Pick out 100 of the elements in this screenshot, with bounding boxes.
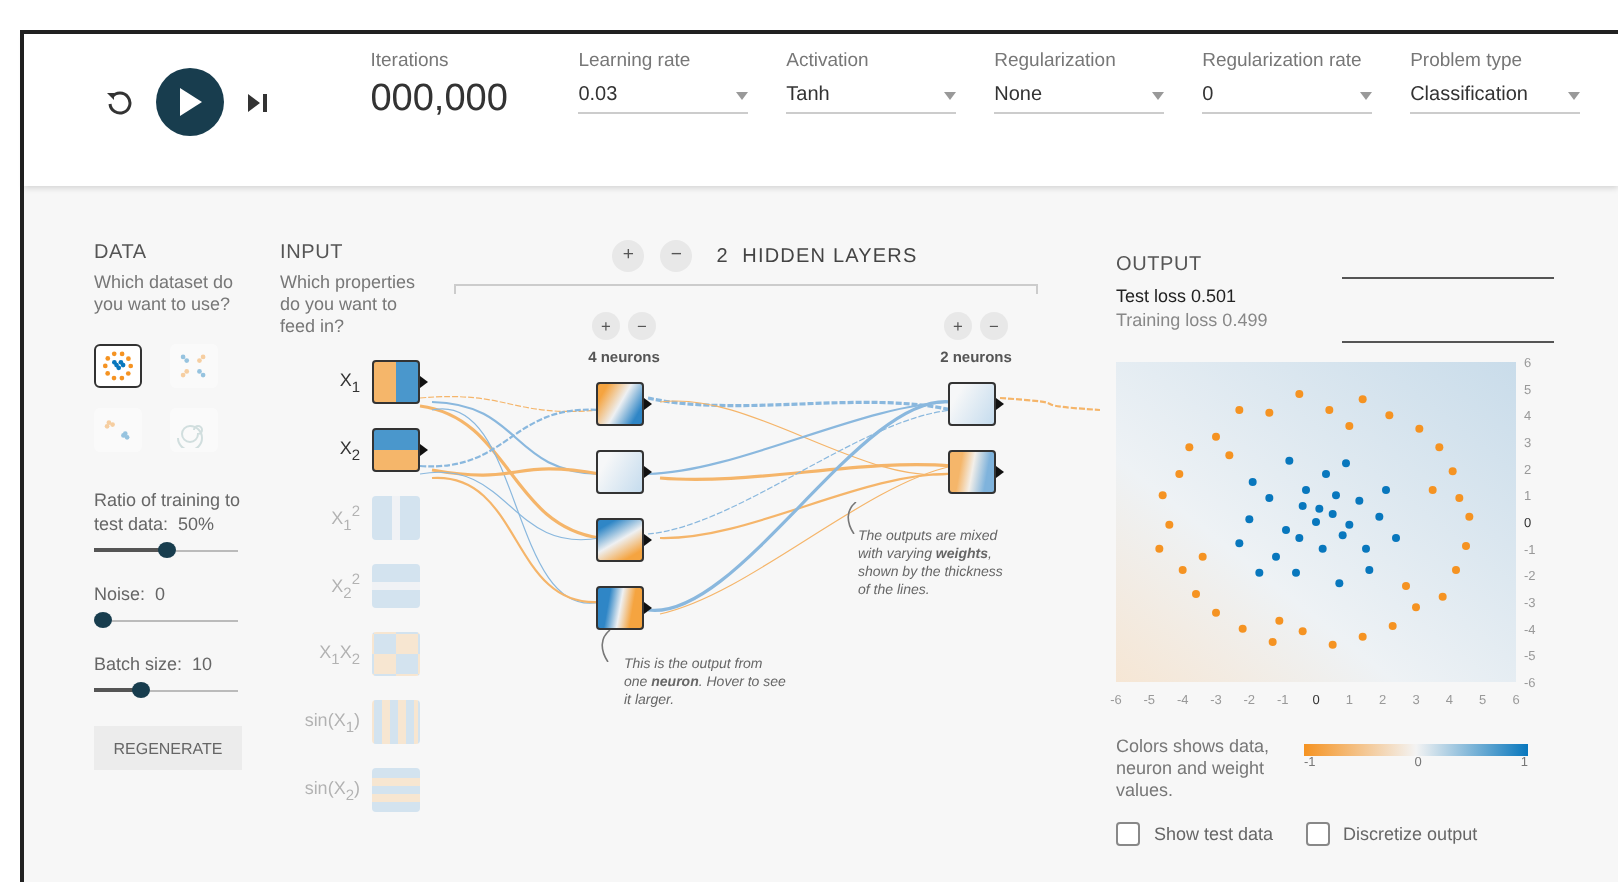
data-point <box>1175 470 1184 478</box>
data-point <box>1375 512 1384 521</box>
data-point <box>1328 640 1337 649</box>
feature-node[interactable] <box>372 768 420 812</box>
test-loss: Test loss 0.501 <box>1116 284 1239 308</box>
dropdown[interactable]: 0 <box>1202 76 1373 114</box>
data-point <box>1345 422 1354 430</box>
data-point <box>1295 534 1304 542</box>
data-point <box>1192 590 1200 598</box>
data-point <box>1225 451 1234 460</box>
checkbox[interactable] <box>1116 822 1140 846</box>
dropdown-label: Regularization <box>994 50 1118 74</box>
data-point <box>1318 544 1327 553</box>
neuron-node[interactable] <box>596 518 652 562</box>
data-point <box>1235 406 1244 414</box>
feature-label: X$_{1}$ <box>337 369 360 395</box>
checkbox[interactable] <box>1305 822 1330 846</box>
neuron-node[interactable] <box>948 450 1004 494</box>
training-loss: Training loss 0.499 <box>1116 308 1268 332</box>
data-point <box>1382 486 1390 494</box>
data-point <box>1428 486 1437 494</box>
remove-neuron-button[interactable]: − <box>980 312 1008 340</box>
data-point <box>1212 608 1220 617</box>
feature-node[interactable] <box>372 564 420 608</box>
caret-icon <box>1152 91 1165 99</box>
dropdown[interactable]: 0.03 <box>578 76 749 114</box>
dropdown-label: Learning rate <box>578 50 693 74</box>
data-point <box>1415 424 1424 433</box>
data-point <box>1448 467 1457 476</box>
data-point <box>1298 502 1307 510</box>
remove-layer-button[interactable]: − <box>660 240 693 272</box>
dropdown-label: Regularization rate <box>1202 50 1364 74</box>
feature-node[interactable] <box>372 496 420 540</box>
neuron-node[interactable] <box>948 382 1004 426</box>
iterations-label: Iterations <box>370 50 451 74</box>
add-neuron-button[interactable]: + <box>592 312 620 340</box>
data-point <box>1268 638 1277 646</box>
caret-icon <box>1568 91 1581 99</box>
data-point <box>1328 510 1337 518</box>
slider-label: Noise: 0 <box>94 582 168 606</box>
checkbox-label: Discretize output <box>1343 824 1478 844</box>
feature-node[interactable] <box>372 360 428 404</box>
data-point <box>1385 411 1394 420</box>
caret-icon <box>944 91 957 99</box>
data-point <box>1342 459 1350 468</box>
data-point <box>1325 406 1334 414</box>
data-point <box>1238 624 1247 633</box>
play-button[interactable] <box>156 68 224 136</box>
remove-neuron-button[interactable]: − <box>628 312 656 340</box>
neuron-node[interactable] <box>596 586 652 630</box>
step-icon[interactable] <box>248 93 268 111</box>
data-point <box>1435 443 1444 452</box>
data-point <box>1455 494 1464 502</box>
neuron-node[interactable] <box>596 382 652 426</box>
dropdown[interactable]: None <box>994 76 1165 114</box>
data-point <box>1292 568 1300 577</box>
data-point <box>1462 542 1470 550</box>
section-title: OUTPUT <box>1116 254 1204 276</box>
slider-thumb[interactable] <box>131 682 150 698</box>
feature-node[interactable] <box>372 632 420 676</box>
hidden-layers-title: 2 HIDDEN LAYERS <box>716 245 918 267</box>
data-point <box>1255 568 1264 577</box>
caret-icon <box>736 91 749 99</box>
dropdown[interactable]: Tanh <box>786 76 957 114</box>
feature-node[interactable] <box>372 428 428 472</box>
data-point <box>1212 432 1220 441</box>
data-point <box>1265 494 1274 502</box>
data-point <box>1412 603 1420 612</box>
data-point <box>1302 486 1310 494</box>
data-point <box>1315 504 1324 513</box>
data-point <box>1452 566 1460 574</box>
data-point <box>1235 539 1244 548</box>
data-point <box>1362 544 1370 553</box>
neuron-node[interactable] <box>596 450 652 494</box>
slider-thumb[interactable] <box>157 542 175 558</box>
data-point <box>1245 515 1254 524</box>
add-neuron-button[interactable]: + <box>944 312 972 340</box>
add-layer-button[interactable]: + <box>612 240 645 272</box>
data-point <box>1392 534 1400 542</box>
feature-node[interactable] <box>372 700 420 744</box>
data-point <box>1272 552 1280 561</box>
data-point <box>1198 552 1207 561</box>
data-point <box>1178 566 1187 574</box>
data-point <box>1298 627 1307 636</box>
data-point <box>1365 566 1374 574</box>
data-point <box>1312 518 1320 526</box>
dropdown[interactable]: Classification <box>1410 76 1581 114</box>
play-icon <box>176 86 204 118</box>
dropdown-label: Problem type <box>1410 50 1525 74</box>
section-prompt: Which dataset do you want to use? <box>94 272 236 316</box>
data-point <box>1185 443 1194 452</box>
dataset-thumbnail[interactable] <box>94 344 142 388</box>
data-point <box>1155 544 1164 553</box>
feature-label: X$_{1}$X$_{2}$ <box>317 641 360 667</box>
data-point <box>1285 456 1294 465</box>
reset-icon[interactable] <box>104 88 132 116</box>
regenerate-button[interactable]: REGENERATE <box>94 726 242 770</box>
section-prompt: Which properties do you want to feed in? <box>280 272 418 338</box>
slider-thumb[interactable] <box>94 612 112 628</box>
feature-label: sin(X$_{1}$) <box>302 709 360 735</box>
